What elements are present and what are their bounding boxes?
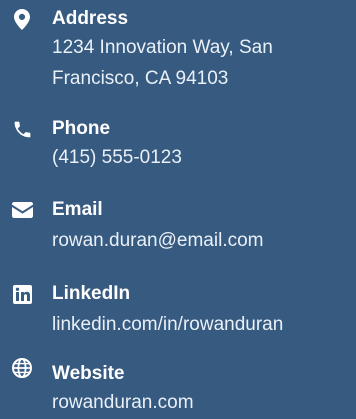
email-value[interactable]: rowan.duran@email.com (52, 228, 264, 254)
website-value[interactable]: rowanduran.com (52, 390, 194, 416)
address-label: Address (52, 8, 129, 29)
map-marker-icon (11, 8, 33, 30)
linkedin-icon (11, 283, 33, 305)
globe-icon (11, 357, 33, 379)
address-value-line1: 1234 Innovation Way, San (52, 37, 273, 58)
envelope-icon (11, 199, 33, 221)
website-label: Website (52, 363, 125, 384)
phone-value[interactable]: (415) 555-0123 (52, 145, 182, 171)
email-label: Email (52, 199, 103, 220)
phone-icon (11, 118, 33, 140)
linkedin-value[interactable]: linkedin.com/in/rowanduran (52, 312, 283, 338)
phone-label: Phone (52, 118, 111, 139)
linkedin-label: LinkedIn (52, 283, 131, 304)
address-value-line2: Francisco, CA 94103 (52, 68, 229, 89)
